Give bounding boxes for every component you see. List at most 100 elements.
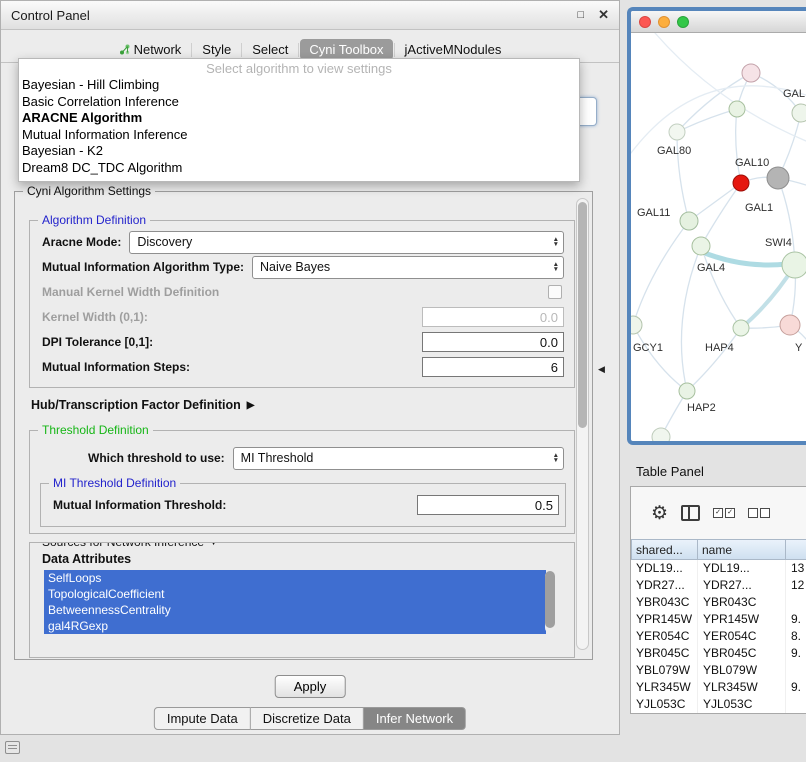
sources-title-row[interactable]: Sources for Network Inference ▼ <box>38 542 222 549</box>
close-icon[interactable]: ✕ <box>598 7 609 23</box>
close-traffic-light[interactable] <box>639 16 651 28</box>
network-view-window: GALGAL80GAL10GAL11GAL1SWI4GAL4GCY1HAP4YH… <box>627 7 806 445</box>
chevron-down-icon: ▼ <box>209 542 218 547</box>
tab-label: Style <box>202 42 231 57</box>
network-edge <box>687 328 741 391</box>
hub-section-toggle[interactable]: Hub/Transcription Factor Definition ▶ <box>31 398 254 412</box>
tab-jactivemnodules[interactable]: jActiveMNodules <box>396 39 511 60</box>
algorithm-option-bayesian-hill-climbing[interactable]: Bayesian - Hill Climbing <box>19 77 579 94</box>
aracne-mode-select[interactable]: Discovery ▲▼ <box>129 231 564 254</box>
select-all-icon[interactable]: ✓ ✓ <box>713 508 735 518</box>
network-node[interactable] <box>782 252 806 278</box>
algorithm-option-aracne-algorithm[interactable]: ARACNE Algorithm <box>19 110 579 127</box>
kernel-width-field[interactable] <box>422 307 564 327</box>
bottom-tab-infer-network[interactable]: Infer Network <box>364 707 466 730</box>
algorithm-combo-edge[interactable] <box>578 97 597 126</box>
columns-icon[interactable] <box>681 505 700 521</box>
table-row[interactable]: YBL079WYBL079W <box>631 662 806 679</box>
table-row[interactable]: YLR345WYLR345W9. <box>631 679 806 696</box>
float-window-icon[interactable]: □ <box>577 9 584 21</box>
mi-threshold-group: MI Threshold Definition Mutual Informati… <box>40 483 566 527</box>
algorithm-option-dream8-dc-tdc-algorithm[interactable]: Dream8 DC_TDC Algorithm <box>19 160 579 177</box>
network-edge <box>736 109 741 183</box>
scrollbar-thumb[interactable] <box>545 571 555 628</box>
node-label-gal80: GAL80 <box>657 145 691 157</box>
table-cell: YER054C <box>698 628 786 645</box>
network-node[interactable] <box>733 320 749 336</box>
network-node[interactable] <box>792 104 806 122</box>
table-row[interactable]: YBR043CYBR043C <box>631 594 806 611</box>
table-row[interactable]: YER054CYER054C8. <box>631 628 806 645</box>
tab-cyni-toolbox[interactable]: Cyni Toolbox <box>300 39 392 60</box>
table-cell: YBL079W <box>698 662 786 679</box>
network-canvas[interactable]: GALGAL80GAL10GAL11GAL1SWI4GAL4GCY1HAP4YH… <box>631 33 806 445</box>
minimize-traffic-light[interactable] <box>658 16 670 28</box>
attribute-item-selfloops[interactable]: SelfLoops <box>44 570 546 586</box>
table-body: YDL19...YDL19...13YDR27...YDR27...12YBR0… <box>631 560 806 713</box>
table-cell: YLR345W <box>698 679 786 696</box>
network-node[interactable] <box>680 212 698 230</box>
manual-kernel-label: Manual Kernel Width Definition <box>42 285 219 299</box>
which-threshold-select[interactable]: MI Threshold ▲▼ <box>233 447 564 470</box>
attribute-item-gal4rgexp[interactable]: gal4RGexp <box>44 618 546 634</box>
mi-type-row: Mutual Information Algorithm Type: Naive… <box>42 256 564 278</box>
attributes-scrollbar[interactable] <box>545 571 555 633</box>
mi-steps-field[interactable] <box>422 357 564 377</box>
dpi-tolerance-field[interactable] <box>422 332 564 352</box>
network-node[interactable] <box>733 175 749 191</box>
tab-select[interactable]: Select <box>243 39 297 60</box>
table-row[interactable]: YDR27...YDR27...12 <box>631 577 806 594</box>
network-node[interactable] <box>780 315 800 335</box>
table-cell: YDR27... <box>631 577 698 594</box>
threshold-definition-group: Threshold Definition Which threshold to … <box>29 430 575 534</box>
algorithm-option-bayesian-k2[interactable]: Bayesian - K2 <box>19 143 579 160</box>
tab-network[interactable]: Network <box>110 39 191 60</box>
table-panel: ⚙ ✓ ✓ shared...name YDL19...YDL19...13YD… <box>630 486 806 714</box>
network-graph[interactable]: GALGAL80GAL10GAL11GAL1SWI4GAL4GCY1HAP4YH… <box>631 33 806 442</box>
table-row[interactable]: YJL053CYJL053C <box>631 696 806 713</box>
panel-title: Control Panel <box>11 8 577 23</box>
apply-button[interactable]: Apply <box>275 675 346 698</box>
mi-steps-row: Mutual Information Steps: <box>42 356 564 378</box>
network-node[interactable] <box>767 167 789 189</box>
bottom-tab-impute-data[interactable]: Impute Data <box>154 707 251 730</box>
algorithm-dropdown-popup: Select algorithm to view settings Bayesi… <box>18 58 580 182</box>
attribute-item-betweennesscentrality[interactable]: BetweennessCentrality <box>44 602 546 618</box>
table-cell: YDL19... <box>698 560 786 577</box>
table-row[interactable]: YBR045CYBR045C9. <box>631 645 806 662</box>
algorithm-option-basic-correlation-inference[interactable]: Basic Correlation Inference <box>19 94 579 111</box>
network-node[interactable] <box>742 64 760 82</box>
network-node[interactable] <box>692 237 710 255</box>
cyni-settings-title: Cyni Algorithm Settings <box>23 184 155 198</box>
algorithm-option-mutual-information-inference[interactable]: Mutual Information Inference <box>19 127 579 144</box>
column-header-col2[interactable] <box>786 539 806 560</box>
network-node[interactable] <box>631 316 642 334</box>
settings-scrollbar[interactable] <box>576 198 589 650</box>
attribute-item-topologicalcoefficient[interactable]: TopologicalCoefficient <box>44 586 546 602</box>
tab-style[interactable]: Style <box>193 39 240 60</box>
network-node[interactable] <box>729 101 745 117</box>
column-header-name[interactable]: name <box>698 539 786 560</box>
gear-icon[interactable]: ⚙ <box>651 504 668 523</box>
column-header-shared[interactable]: shared... <box>631 539 698 560</box>
table-cell: 9. <box>786 611 806 628</box>
panel-collapse-arrow[interactable]: ◀ <box>598 364 605 375</box>
bottom-tab-discretize-data[interactable]: Discretize Data <box>251 707 364 730</box>
network-node[interactable] <box>669 124 685 140</box>
show-panel-icon[interactable] <box>5 741 20 754</box>
zoom-traffic-light[interactable] <box>677 16 689 28</box>
deselect-all-icon[interactable] <box>748 508 770 518</box>
scrollbar-thumb[interactable] <box>578 202 587 428</box>
network-edge <box>633 325 687 391</box>
table-row[interactable]: YDL19...YDL19...13 <box>631 560 806 577</box>
node-label-gcy1: GCY1 <box>633 342 663 354</box>
manual-kernel-checkbox[interactable] <box>548 285 562 299</box>
network-icon <box>119 44 130 55</box>
mi-type-value: Naive Bayes <box>260 260 330 274</box>
network-node[interactable] <box>652 428 670 442</box>
table-row[interactable]: YPR145WYPR145W9. <box>631 611 806 628</box>
threshold-definition-title: Threshold Definition <box>38 423 153 437</box>
mi-threshold-field[interactable] <box>417 495 559 515</box>
mi-type-select[interactable]: Naive Bayes ▲▼ <box>252 256 564 279</box>
network-node[interactable] <box>679 383 695 399</box>
